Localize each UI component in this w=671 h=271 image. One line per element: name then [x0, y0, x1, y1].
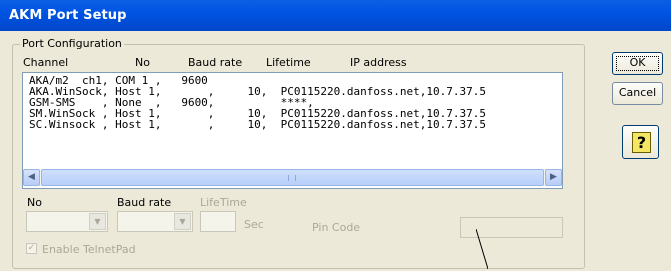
cancel-button[interactable]: Cancel	[612, 82, 663, 105]
scroll-left-icon[interactable]: ◀	[23, 169, 40, 186]
lifetime-input[interactable]	[200, 211, 236, 232]
seconds-label: Sec	[244, 218, 264, 231]
lifetime-label: LifeTime	[200, 196, 247, 209]
akm-port-setup-dialog: AKM Port Setup Port Configuration Channe…	[0, 0, 671, 270]
column-header-no: No	[135, 56, 150, 69]
scroll-thumb[interactable]	[41, 169, 544, 186]
help-button[interactable]: ?	[622, 125, 659, 159]
column-header-lifetime: Lifetime	[266, 56, 311, 69]
column-header-channel: Channel	[23, 56, 69, 69]
chevron-down-icon[interactable]: ▼	[89, 213, 106, 230]
window-title: AKM Port Setup	[9, 8, 127, 23]
baud-rate-select[interactable]: ▼	[117, 211, 193, 232]
pin-code-label: Pin Code	[312, 221, 361, 234]
chevron-down-icon[interactable]: ▼	[174, 213, 191, 230]
column-header-ip-address: IP address	[350, 56, 407, 69]
column-header-baud-rate: Baud rate	[188, 56, 243, 69]
no-label: No	[27, 196, 42, 209]
scroll-right-icon[interactable]: ▶	[545, 169, 562, 186]
horizontal-scrollbar[interactable]: ◀ ▶	[23, 169, 562, 186]
callout-line	[476, 229, 488, 270]
list-item[interactable]: SC.Winsock , Host 1, , 10, PC0115220.dan…	[29, 119, 486, 130]
title-bar[interactable]: AKM Port Setup	[0, 0, 671, 31]
ok-button[interactable]: OK	[612, 52, 663, 75]
no-select[interactable]: ▼	[26, 211, 108, 232]
enable-telnetpad-label: Enable TelnetPad	[42, 243, 136, 256]
help-question-icon: ?	[632, 132, 651, 153]
group-legend: Port Configuration	[20, 37, 124, 50]
enable-telnetpad-checkbox[interactable]: ✓	[26, 243, 37, 254]
baud-rate-label: Baud rate	[117, 196, 172, 209]
